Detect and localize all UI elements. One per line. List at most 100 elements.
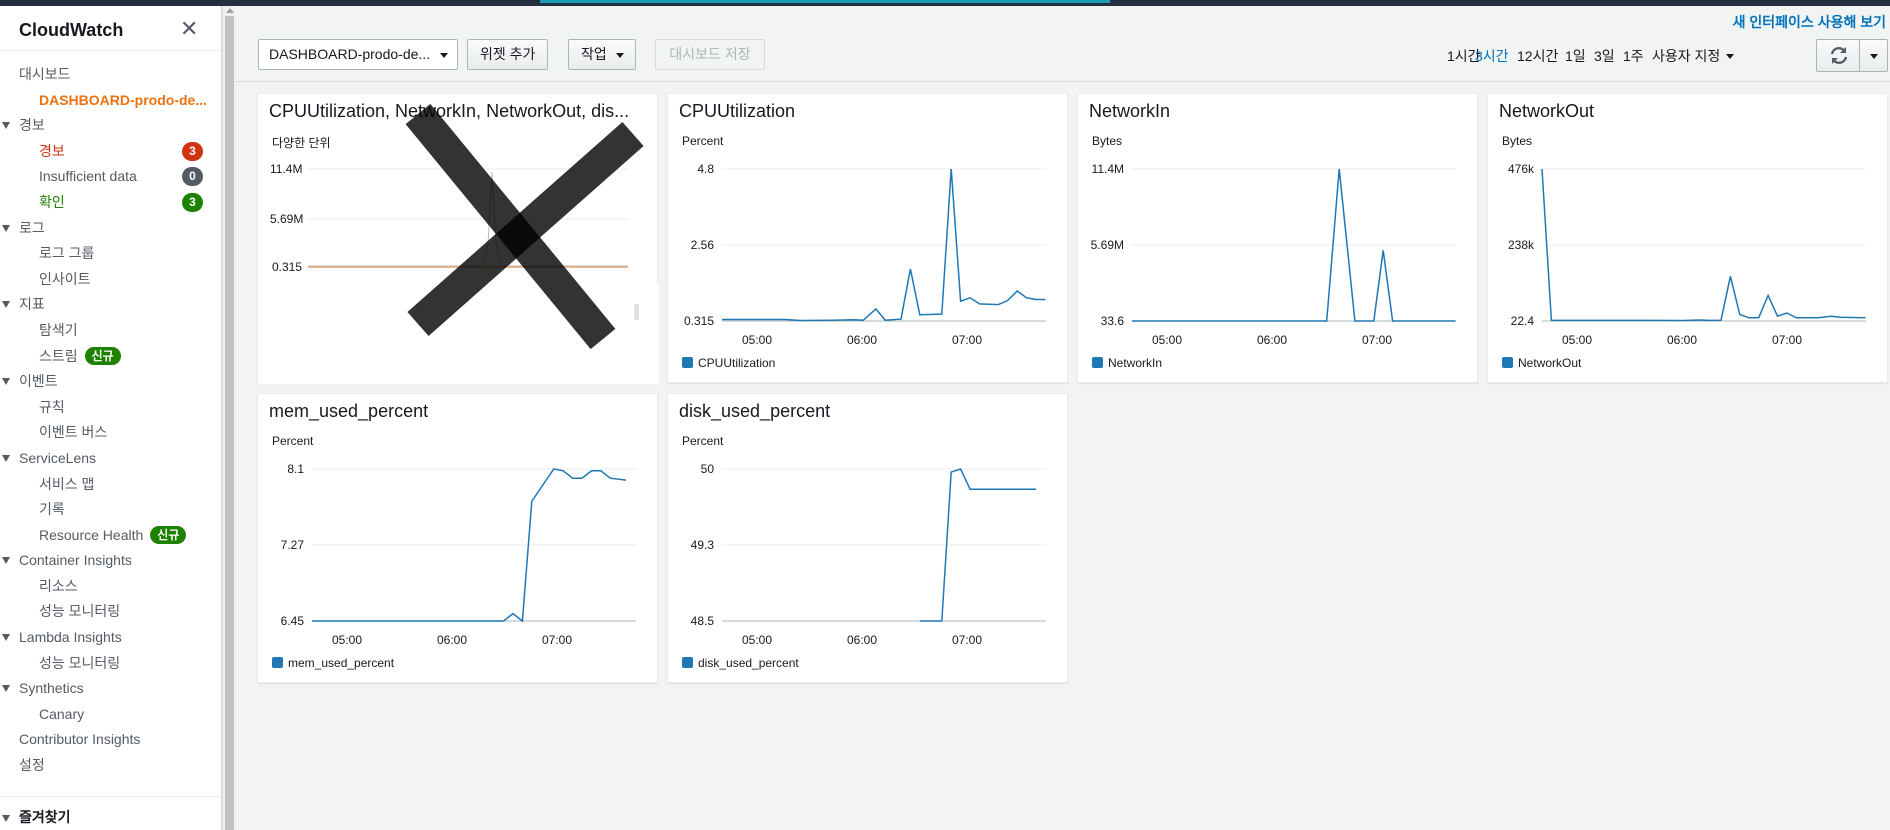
sidebar-item[interactable]: Contributor Insights (0, 727, 221, 753)
time-range-option[interactable]: 사용자 지정 (1652, 46, 1735, 66)
sidebar-item-label: 대시보드 (19, 66, 71, 82)
x-tick-label: 06:00 (847, 333, 877, 347)
widget-network-in[interactable]: NetworkIn Bytes 11.4M 5.69M 33.6 05:00 06:00… (1077, 93, 1478, 383)
chart-legend[interactable]: disk_used_percent (682, 656, 799, 670)
actions-button[interactable]: 작업 (568, 39, 636, 70)
new-badge: 신규 (150, 525, 187, 544)
combined-y-tick: 0.315 (272, 260, 302, 274)
time-range-option[interactable]: 12시간 (1517, 46, 1558, 66)
sidebar-item[interactable]: 로그 그룹 (0, 241, 221, 267)
caret-down-icon (2, 122, 10, 130)
combined-chart: 11.4M 5.69M 0.315 (258, 103, 659, 384)
y-tick-label: 6.45 (281, 614, 305, 628)
sidebar-item[interactable]: 지표 (0, 292, 221, 318)
widget-cpu-utilization[interactable]: CPUUtilization Percent 4.8 2.56 0.315 05:00… (667, 93, 1068, 383)
refresh-options-button[interactable] (1859, 39, 1888, 72)
scroll-up-icon[interactable] (226, 8, 234, 13)
disk-chart: 50 49.3 48.5 05:00 06:00 07:00 (691, 462, 1046, 647)
sidebar-item-label: 로그 그룹 (39, 245, 95, 262)
sidebar-item-label: 탐색기 (39, 321, 78, 338)
save-dashboard-button[interactable]: 대시보드 저장 (655, 39, 765, 70)
sidebar-item-label: 경보 (39, 142, 65, 159)
sidebar: CloudWatch ✕ 대시보드 DASHBOARD-prodo-de... 경보… (0, 6, 222, 830)
sidebar-item[interactable]: 기록 (0, 497, 221, 523)
sidebar-item-label: 인사이트 (39, 270, 91, 287)
x-tick-label: 06:00 (437, 633, 467, 647)
new-badge: 신규 (84, 346, 121, 365)
sidebar-item[interactable]: Canary (0, 702, 221, 728)
sidebar-item[interactable]: 규칙 (0, 395, 221, 421)
mem-chart: 8.1 7.27 6.45 05:00 06:00 07:00 (281, 462, 636, 647)
sidebar-item[interactable]: 확인 3 (0, 190, 221, 216)
dropdown-caret-icon (1726, 54, 1735, 59)
time-range-option[interactable]: 3시간 (1475, 46, 1509, 66)
sidebar-item[interactable]: 경보 (0, 113, 221, 139)
time-range-label: 1일 (1565, 48, 1586, 64)
time-range-label: 12시간 (1517, 48, 1559, 64)
dropdown-caret-icon (615, 53, 624, 58)
sidebar-item[interactable]: 대시보드 (0, 62, 221, 88)
chart-legend[interactable]: NetworkOut (1502, 356, 1581, 370)
sidebar-item[interactable]: DASHBOARD-prodo-de... (0, 88, 221, 114)
y-tick-label: 238k (1508, 238, 1535, 252)
sidebar-item-label: 확인 (39, 193, 65, 210)
sidebar-item[interactable]: Synthetics (0, 676, 221, 702)
sidebar-item[interactable]: 성능 모니터링 (0, 651, 221, 677)
time-range-label: 1주 (1623, 48, 1644, 64)
actions-label: 작업 (581, 46, 607, 62)
favorites-section[interactable]: 즐겨찾기 (0, 796, 221, 827)
time-range-option[interactable]: 1주 (1623, 46, 1644, 66)
sidebar-item[interactable]: 설정 (0, 753, 221, 779)
y-tick-label: 49.3 (691, 538, 715, 552)
time-range-label: 3시간 (1475, 48, 1509, 64)
sidebar-nav: 대시보드 DASHBOARD-prodo-de... 경보 경보 3 Insufficie… (0, 62, 221, 779)
sidebar-item[interactable]: 로그 (0, 216, 221, 242)
sidebar-item[interactable]: Lambda Insights (0, 625, 221, 651)
x-tick-label: 06:00 (847, 633, 877, 647)
sidebar-item[interactable]: 이벤트 (0, 369, 221, 395)
sidebar-item[interactable]: 경보 3 (0, 139, 221, 165)
dashboard-select[interactable]: DASHBOARD-prodo-de... (258, 39, 458, 70)
y-tick-label: 2.56 (691, 238, 715, 252)
chart-legend[interactable]: mem_used_percent (272, 656, 394, 670)
sidebar-item[interactable]: ServiceLens (0, 446, 221, 472)
widget-disk-used-percent[interactable]: disk_used_percent Percent 50 49.3 48.5 05:0… (667, 393, 1068, 683)
sidebar-item[interactable]: 서비스 맵 (0, 472, 221, 498)
legend-swatch (682, 657, 693, 668)
sidebar-item-label: Insufficient data (39, 168, 137, 185)
sidebar-item[interactable]: 리소스 (0, 574, 221, 600)
new-ui-link[interactable]: 새 인터페이스 사용해 보기 (1733, 12, 1886, 32)
sidebar-scrollbar[interactable] (222, 6, 236, 830)
time-range-option[interactable]: 1일 (1565, 46, 1586, 66)
sidebar-item-label: Synthetics (19, 680, 84, 697)
sidebar-item[interactable]: 성능 모니터링 (0, 599, 221, 625)
dashboard-toolbar: 새 인터페이스 사용해 보기 DASHBOARD-prodo-de... 위젯 … (236, 6, 1890, 82)
sidebar-item-label: 설정 (19, 757, 45, 774)
sidebar-item[interactable]: Container Insights (0, 548, 221, 574)
x-tick-label: 07:00 (1362, 333, 1392, 347)
scrollbar-thumb[interactable] (225, 16, 234, 830)
sidebar-item[interactable]: 인사이트 (0, 267, 221, 293)
widget-mem-used-percent[interactable]: mem_used_percent Percent 8.1 7.27 6.45 05:0… (257, 393, 658, 683)
sidebar-item[interactable]: 탐색기 (0, 318, 221, 344)
chart-legend[interactable]: CPUUtilization (682, 356, 775, 370)
widget-combined[interactable]: CPUUtilization, NetworkIn, NetworkOut, d… (257, 93, 659, 384)
sidebar-item[interactable]: 이벤트 버스 (0, 420, 221, 446)
refresh-button[interactable] (1816, 39, 1860, 72)
sidebar-item[interactable]: 스트림 신규 (0, 344, 221, 370)
close-icon[interactable]: ✕ (180, 16, 198, 42)
legend-swatch (272, 657, 283, 668)
caret-down-icon (2, 301, 10, 309)
sidebar-item[interactable]: Resource Health 신규 (0, 523, 221, 549)
widget-network-out[interactable]: NetworkOut Bytes 476k 238k 22.4 05:00 06:00 0… (1487, 93, 1888, 383)
time-range-option[interactable]: 3일 (1594, 46, 1615, 66)
sidebar-item[interactable]: Insufficient data 0 (0, 164, 221, 190)
add-widget-button[interactable]: 위젯 추가 (467, 39, 549, 70)
sidebar-item-label: Resource Health (39, 526, 144, 543)
sidebar-item-label: 로그 (19, 219, 45, 236)
chart-legend[interactable]: NetworkIn (1092, 356, 1162, 370)
dropdown-caret-icon (1870, 54, 1878, 59)
combined-y-tick: 5.69M (270, 212, 303, 226)
count-badge: 3 (182, 192, 203, 212)
top-bar-accent (540, 0, 1110, 3)
